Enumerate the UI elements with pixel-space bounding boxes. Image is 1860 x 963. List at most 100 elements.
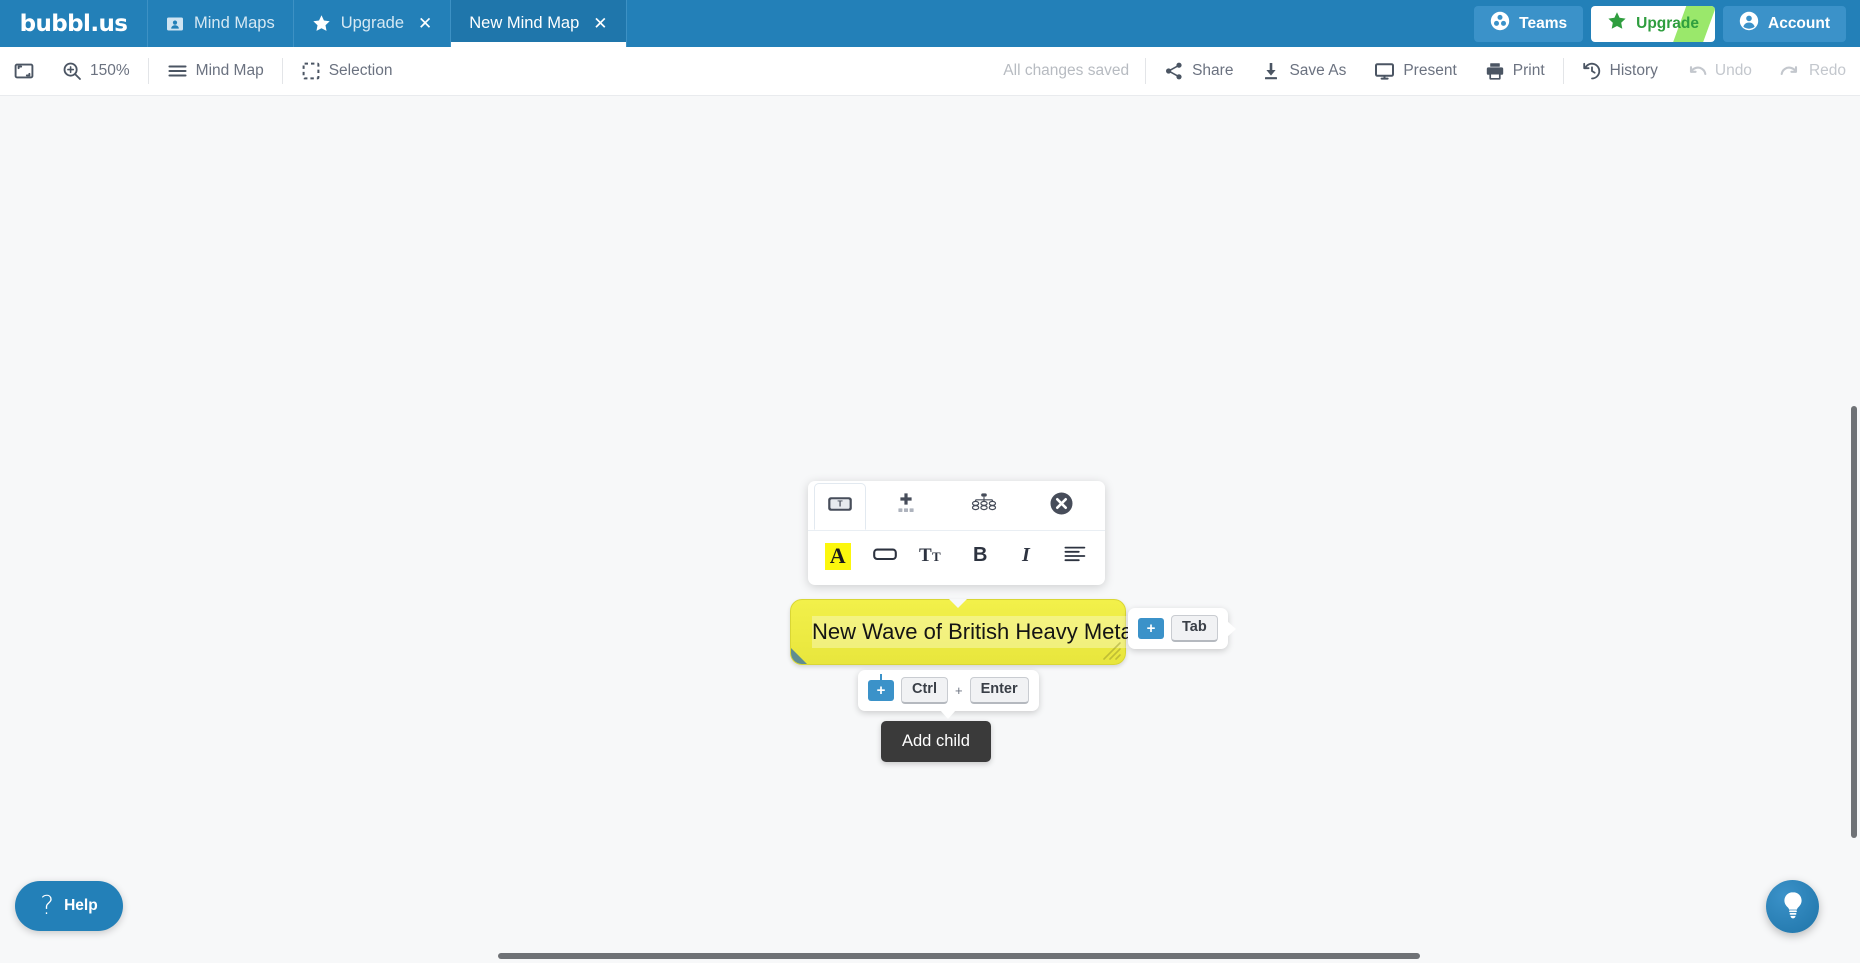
save-as-label: Save As <box>1289 62 1347 79</box>
redo-button[interactable]: Redo <box>1766 47 1860 96</box>
selection-button[interactable]: Selection <box>287 47 407 96</box>
lightbulb-icon <box>1779 889 1807 924</box>
question-mark-icon: ? <box>40 891 55 921</box>
bubble-text-value: New Wave of British Heavy Metal <box>812 619 1138 645</box>
view-mode-label: Mind Map <box>195 62 264 79</box>
undo-arrow-icon <box>1686 61 1707 81</box>
format-panel-bottom-row: A T T B I <box>808 531 1105 581</box>
italic-icon: I <box>1018 542 1038 571</box>
present-label: Present <box>1403 62 1457 79</box>
toolbar-divider <box>1145 58 1147 84</box>
account-button[interactable]: Account <box>1723 5 1846 42</box>
resize-handle-icon[interactable] <box>1100 639 1122 661</box>
tab-mind-maps[interactable]: Mind Maps <box>148 0 294 47</box>
redo-arrow-icon <box>1780 61 1801 81</box>
teams-icon <box>1490 11 1510 36</box>
mind-map-canvas[interactable]: T A T T B I New Wave of British Heavy Me… <box>0 96 1860 963</box>
editor-toolbar: 150% Mind Map Selection All changes save… <box>0 47 1860 96</box>
teams-button[interactable]: Teams <box>1474 5 1584 42</box>
font-size-icon: T T <box>918 542 948 571</box>
tab-upgrade[interactable]: Upgrade ✕ <box>294 0 452 47</box>
key-enter[interactable]: Enter <box>969 677 1029 705</box>
format-panel-top-row: T <box>808 481 1105 531</box>
horizontal-scrollbar[interactable] <box>498 953 1420 959</box>
svg-text:B: B <box>973 544 987 566</box>
add-bubble-button[interactable] <box>868 482 944 529</box>
close-icon[interactable]: ✕ <box>593 15 607 32</box>
close-icon[interactable]: ✕ <box>418 15 432 32</box>
share-label: Share <box>1192 62 1234 79</box>
present-button[interactable]: Present <box>1360 47 1470 96</box>
letter-a-highlight-icon: A <box>824 542 851 570</box>
add-sibling-hint: + Ctrl + Enter <box>858 670 1039 720</box>
print-label: Print <box>1512 62 1545 79</box>
hierarchy-layout-button[interactable] <box>946 482 1022 529</box>
star-icon <box>1607 11 1627 36</box>
star-icon <box>312 14 331 33</box>
help-label: Help <box>64 897 98 914</box>
svg-text:T: T <box>837 498 843 508</box>
share-icon <box>1164 61 1184 81</box>
italic-button[interactable]: I <box>1004 536 1052 576</box>
tab-new-mind-map[interactable]: New Mind Map ✕ <box>451 0 627 47</box>
bubble-corner-marker <box>791 648 807 664</box>
history-button[interactable]: History <box>1568 47 1672 96</box>
text-bubble-tab[interactable]: T <box>814 482 866 530</box>
align-left-icon <box>1063 544 1087 569</box>
add-child-hint: + Tab <box>1128 608 1236 650</box>
font-size-button[interactable]: T T <box>909 536 957 576</box>
history-label: History <box>1609 62 1658 79</box>
fit-to-screen-icon <box>14 61 34 81</box>
dashed-square-icon <box>301 61 321 81</box>
view-mode-button[interactable]: Mind Map <box>153 47 278 96</box>
key-ctrl[interactable]: Ctrl <box>901 677 948 705</box>
redo-label: Redo <box>1808 62 1846 79</box>
fit-to-screen-button[interactable] <box>0 47 48 96</box>
upgrade-button[interactable]: Upgrade <box>1591 5 1715 42</box>
zoom-control[interactable]: 150% <box>48 47 144 96</box>
plus-badge-icon[interactable]: + <box>1138 618 1164 640</box>
vertical-scrollbar[interactable] <box>1851 406 1857 838</box>
assistant-button[interactable] <box>1766 880 1819 933</box>
print-button[interactable]: Print <box>1471 47 1559 96</box>
teams-label: Teams <box>1519 14 1568 32</box>
bold-button[interactable]: B <box>957 536 1005 576</box>
hierarchy-icon <box>970 490 998 521</box>
add-child-tooltip: Add child <box>881 721 991 762</box>
key-separator: + <box>954 683 963 699</box>
account-label: Account <box>1768 14 1830 32</box>
svg-text:T: T <box>919 545 932 566</box>
align-button[interactable] <box>1052 536 1100 576</box>
close-panel-button[interactable] <box>1023 482 1099 529</box>
undo-button[interactable]: Undo <box>1672 47 1766 96</box>
tab-label: New Mind Map <box>469 14 580 32</box>
account-actions: Teams Upgrade Account <box>1474 0 1860 47</box>
tab-label: Mind Maps <box>194 14 275 32</box>
svg-text:I: I <box>1021 544 1031 566</box>
printer-icon <box>1485 61 1505 81</box>
fill-color-button[interactable] <box>862 536 910 576</box>
bubble-text-field[interactable]: New Wave of British Heavy Metal <box>812 616 1141 648</box>
toolbar-divider <box>1562 58 1564 84</box>
help-button[interactable]: ? Help <box>15 881 123 931</box>
download-icon <box>1261 61 1281 81</box>
plus-badge-icon[interactable]: + <box>868 674 894 702</box>
svg-text:T: T <box>932 549 941 564</box>
save-status: All changes saved <box>1003 62 1130 79</box>
text-color-button[interactable]: A <box>814 536 862 576</box>
key-tab[interactable]: Tab <box>1171 615 1218 643</box>
toolbar-divider <box>281 58 283 84</box>
selection-label: Selection <box>328 62 393 79</box>
folder-icon <box>166 15 184 33</box>
mind-map-bubble[interactable]: New Wave of British Heavy Metal <box>790 599 1141 665</box>
zoom-level-label: 150% <box>90 62 130 79</box>
save-as-button[interactable]: Save As <box>1247 47 1360 96</box>
bubble-text-icon: T <box>827 494 853 519</box>
top-navigation-bar: bubbl.us Mind Maps Upgrade ✕ New Mind Ma… <box>0 0 1860 47</box>
toolbar-divider <box>147 58 149 84</box>
clock-history-icon <box>1582 61 1602 81</box>
monitor-icon <box>1374 61 1395 81</box>
share-button[interactable]: Share <box>1150 47 1247 96</box>
brand-logo[interactable]: bubbl.us <box>0 0 148 47</box>
